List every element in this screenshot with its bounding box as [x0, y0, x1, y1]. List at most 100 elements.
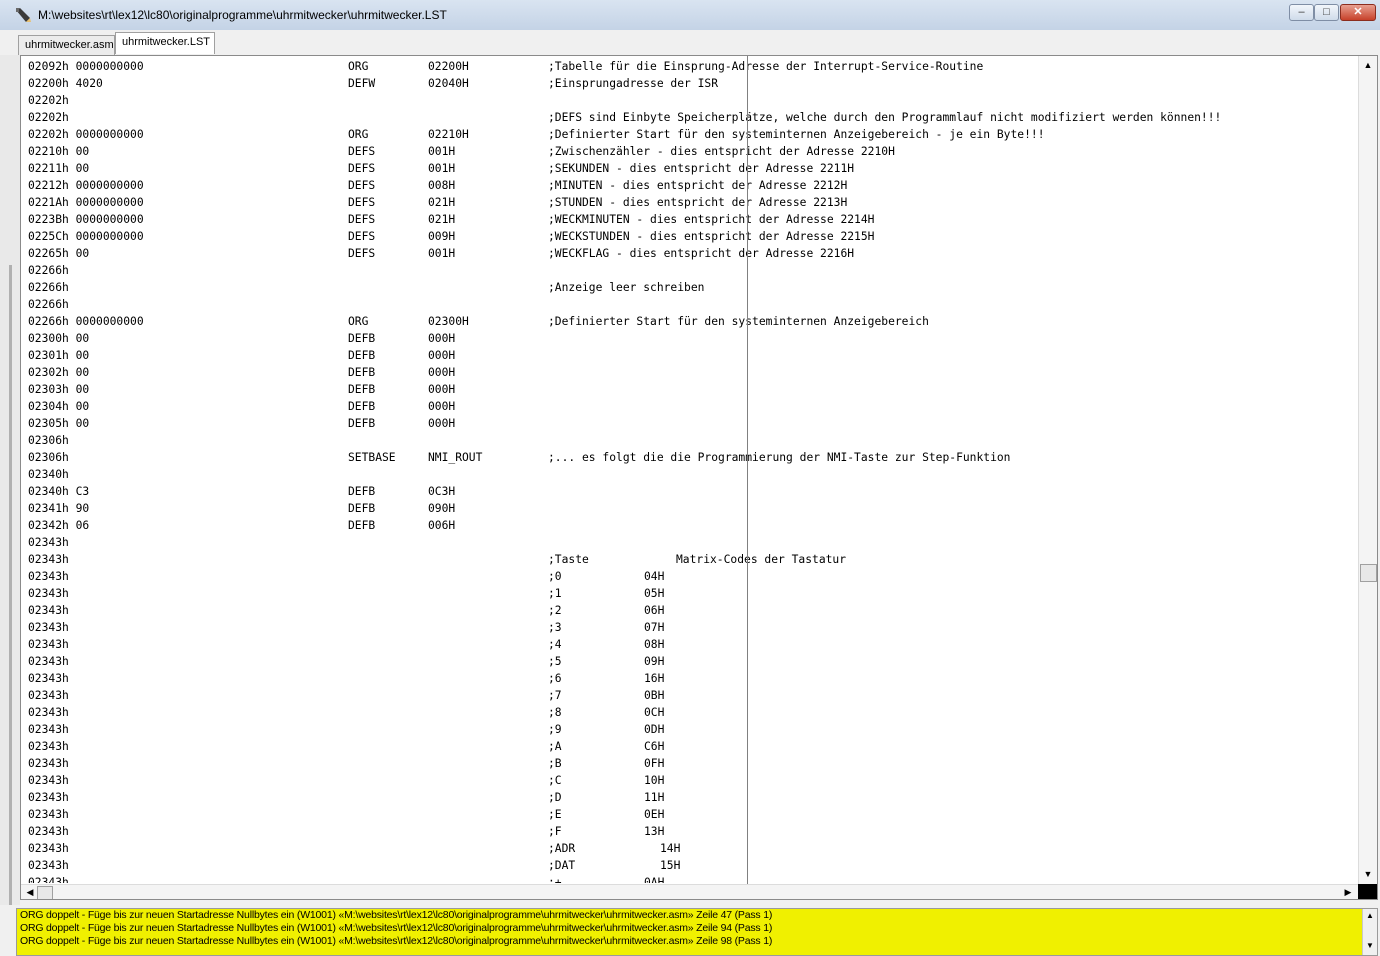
code-line[interactable]: 02343h ;9 0DH	[28, 721, 1348, 738]
code-line[interactable]: 0225Ch 0000000000 DEFS 009H ;WECKSTUNDEN - …	[28, 228, 1348, 245]
code-line[interactable]: 02303h 00 DEFB 000H	[28, 381, 1348, 398]
key-name: ;F	[548, 825, 562, 838]
horizontal-scroll-thumb[interactable]	[37, 886, 53, 899]
tab-uhrmitwecker-asm[interactable]: uhrmitwecker.asm	[18, 35, 115, 55]
title-bar[interactable]: M:\websites\rt\lex12\lc80\originalprogra…	[0, 0, 1380, 31]
code-line[interactable]: 02212h 0000000000 DEFS 008H ;MINUTEN - dies…	[28, 177, 1348, 194]
line-address: 02305h 00	[28, 417, 90, 430]
code-line[interactable]: 0221Ah 0000000000 DEFS 021H ;STUNDEN - dies…	[28, 194, 1348, 211]
scroll-down-icon[interactable]: ▼	[1366, 941, 1374, 950]
code-line[interactable]: 02266h 0000000000 ORG 02300H ;Definierter S…	[28, 313, 1348, 330]
code-line[interactable]: 02343h ;8 0CH	[28, 704, 1348, 721]
code-line[interactable]: 02343h ;B 0FH	[28, 755, 1348, 772]
line-comment: ;SEKUNDEN - dies entspricht der Adresse …	[548, 162, 855, 175]
code-area[interactable]: 02092h 0000000000 ORG 02200H ;Tabelle für d…	[28, 58, 1348, 883]
code-line[interactable]: 02266h	[28, 262, 1348, 279]
code-line[interactable]: 02342h 06 DEFB 006H	[28, 517, 1348, 534]
left-gutter	[0, 55, 20, 905]
code-line[interactable]: 02305h 00 DEFB 000H	[28, 415, 1348, 432]
scroll-left-icon[interactable]: ◀	[23, 885, 37, 899]
code-line[interactable]: 02343h ;4 08H	[28, 636, 1348, 653]
code-line[interactable]: 02340h	[28, 466, 1348, 483]
code-line[interactable]: 02343h ;A C6H	[28, 738, 1348, 755]
code-line[interactable]: 02343h ;D 11H	[28, 789, 1348, 806]
code-line[interactable]: 02343h ;3 07H	[28, 619, 1348, 636]
tab-uhrmitwecker-lst[interactable]: uhrmitwecker.LST	[115, 32, 215, 54]
code-line[interactable]: 02343h ;+ 0AH	[28, 874, 1348, 883]
code-line[interactable]: 02265h 00 DEFS 001H ;WECKFLAG - dies entspr…	[28, 245, 1348, 262]
listing-editor[interactable]: 02092h 0000000000 ORG 02200H ;Tabelle für d…	[20, 55, 1378, 900]
vertical-scrollbar[interactable]: ▲ ▼	[1358, 56, 1377, 884]
line-comment: ;... es folgt die die Programmierung der…	[548, 451, 1011, 464]
code-line[interactable]: 02343h ;Taste Matrix-Codes der Tastatur	[28, 551, 1348, 568]
code-line[interactable]: 02343h ;DAT 15H	[28, 857, 1348, 874]
line-address: 02341h 90	[28, 502, 90, 515]
code-line[interactable]: 02343h ;E 0EH	[28, 806, 1348, 823]
code-line[interactable]: 02343h ;2 06H	[28, 602, 1348, 619]
code-line[interactable]: 02343h ;0 04H	[28, 568, 1348, 585]
code-line[interactable]: 02202h	[28, 92, 1348, 109]
code-line[interactable]: 02202h 0000000000 ORG 02210H ;Definierter S…	[28, 126, 1348, 143]
line-opcode: DEFB	[348, 349, 376, 362]
line-address: 02343h	[28, 587, 69, 600]
scroll-up-icon[interactable]: ▲	[1360, 57, 1376, 73]
window-title: M:\websites\rt\lex12\lc80\originalprogra…	[38, 8, 447, 22]
message-panel[interactable]: ORG doppelt - Füge bis zur neuen Startad…	[16, 908, 1378, 956]
message-line[interactable]: ORG doppelt - Füge bis zur neuen Startad…	[17, 909, 1377, 922]
key-name: ;ADR	[548, 842, 576, 855]
close-button[interactable]: ✕	[1340, 4, 1376, 21]
code-line[interactable]: 02343h ;1 05H	[28, 585, 1348, 602]
scrollbar-corner	[1358, 884, 1377, 899]
code-line[interactable]: 02211h 00 DEFS 001H ;SEKUNDEN - dies entspr…	[28, 160, 1348, 177]
line-opcode: DEFS	[348, 179, 376, 192]
line-opcode: DEFB	[348, 400, 376, 413]
line-opcode: SETBASE	[348, 451, 396, 464]
code-line[interactable]: 02200h 4020 DEFW 02040H ;Einsprungadresse d…	[28, 75, 1348, 92]
code-line[interactable]: 02300h 00 DEFB 000H	[28, 330, 1348, 347]
code-line[interactable]: 02343h ;6 16H	[28, 670, 1348, 687]
maximize-icon: □	[1323, 6, 1330, 18]
code-line[interactable]: 02343h ;7 0BH	[28, 687, 1348, 704]
code-line[interactable]: 02301h 00 DEFB 000H	[28, 347, 1348, 364]
code-line[interactable]: 02210h 00 DEFS 001H ;Zwischenzähler - dies …	[28, 143, 1348, 160]
code-line[interactable]: 02306h	[28, 432, 1348, 449]
code-line[interactable]: 02302h 00 DEFB 000H	[28, 364, 1348, 381]
code-line[interactable]: 02304h 00 DEFB 000H	[28, 398, 1348, 415]
code-line[interactable]: 02343h ;ADR 14H	[28, 840, 1348, 857]
code-line[interactable]: 02340h C3 DEFB 0C3H	[28, 483, 1348, 500]
code-line[interactable]: 02202h ;DEFS sind Einbyte Speicherplätze,…	[28, 109, 1348, 126]
line-address: 02340h C3	[28, 485, 90, 498]
code-line[interactable]: 02343h ;C 10H	[28, 772, 1348, 789]
minimize-button[interactable]: –	[1289, 4, 1314, 21]
scroll-right-icon[interactable]: ▶	[1341, 885, 1355, 899]
key-name: ;3	[548, 621, 562, 634]
vertical-scroll-thumb[interactable]	[1360, 564, 1377, 582]
key-name: ;C	[548, 774, 562, 787]
horizontal-scrollbar[interactable]: ◀ ▶	[21, 884, 1358, 899]
line-opcode: DEFB	[348, 383, 376, 396]
key-matrix-code: 14H	[660, 842, 681, 855]
line-comment: ;Definierter Start für den systeminterne…	[548, 128, 1045, 141]
code-line[interactable]: 02266h	[28, 296, 1348, 313]
message-line[interactable]: ORG doppelt - Füge bis zur neuen Startad…	[17, 935, 1377, 948]
key-table-header: ;Taste	[548, 553, 589, 566]
line-opcode: ORG	[348, 60, 369, 73]
line-address: 02343h	[28, 621, 69, 634]
key-name: ;D	[548, 791, 562, 804]
code-line[interactable]: 02343h ;F 13H	[28, 823, 1348, 840]
message-line[interactable]: ORG doppelt - Füge bis zur neuen Startad…	[17, 922, 1377, 935]
line-operand: 000H	[428, 400, 456, 413]
code-line[interactable]: 02266h ;Anzeige leer schreiben	[28, 279, 1348, 296]
scroll-down-icon[interactable]: ▼	[1360, 866, 1376, 882]
code-line[interactable]: 02306h SETBASE NMI_ROUT ;... es folgt die d…	[28, 449, 1348, 466]
code-line[interactable]: 02343h ;5 09H	[28, 653, 1348, 670]
line-operand: 009H	[428, 230, 456, 243]
code-line[interactable]: 02341h 90 DEFB 090H	[28, 500, 1348, 517]
message-scrollbar[interactable]: ▲ ▼	[1362, 909, 1377, 955]
maximize-button[interactable]: □	[1314, 4, 1339, 21]
code-line[interactable]: 02343h	[28, 534, 1348, 551]
line-address: 02343h	[28, 774, 69, 787]
code-line[interactable]: 02092h 0000000000 ORG 02200H ;Tabelle für d…	[28, 58, 1348, 75]
code-line[interactable]: 0223Bh 0000000000 DEFS 021H ;WECKMINUTEN - …	[28, 211, 1348, 228]
scroll-up-icon[interactable]: ▲	[1366, 911, 1374, 920]
